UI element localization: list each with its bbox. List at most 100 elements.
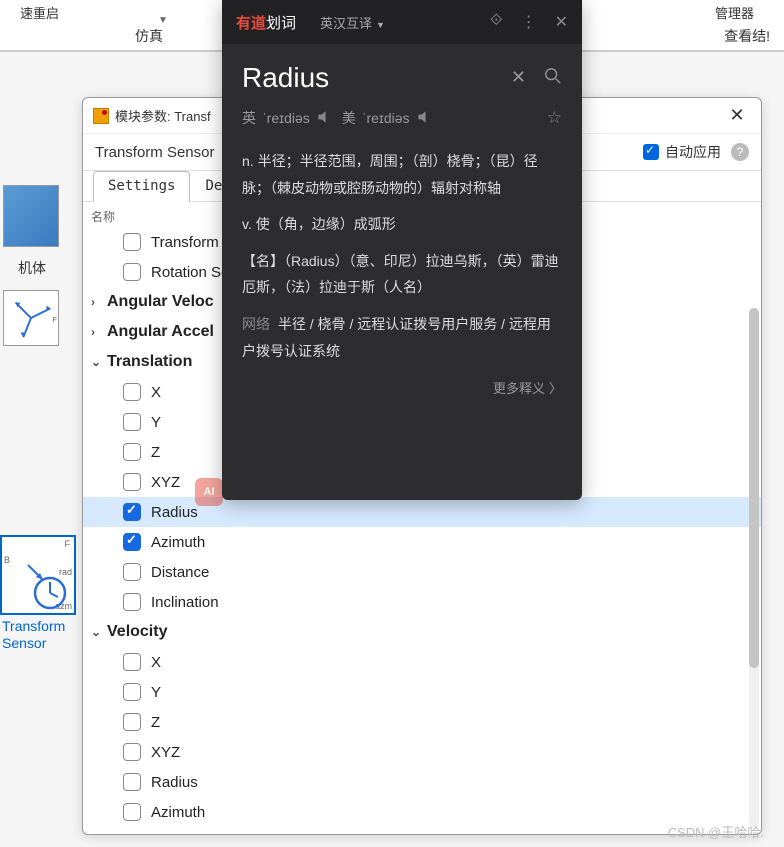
checkbox-icon[interactable] [123, 563, 141, 581]
checkbox-icon[interactable] [123, 443, 141, 461]
def-verb: v. 使（角，边缘）成弧形 [242, 211, 562, 238]
dict-headword: Radius [242, 62, 511, 94]
pin-icon[interactable]: ⟐ [490, 12, 503, 32]
checkbox-icon[interactable] [123, 773, 141, 791]
youdao-dict-popup: 有道划词 英汉互译▼ ⟐ ⋮ ✕ Radius ✕ 英 ˈreɪdiəs [222, 0, 582, 500]
checkbox-icon [643, 144, 659, 160]
checkbox-icon[interactable] [123, 653, 141, 671]
port-f: F [65, 539, 71, 549]
checkbox-icon[interactable] [123, 503, 141, 521]
star-icon[interactable]: ☆ [547, 108, 562, 128]
tree-item-label: Inclination [151, 594, 219, 611]
tree-item-label: X [151, 654, 161, 671]
simulink-block-transform-sensor[interactable]: F B rad azm [0, 535, 76, 615]
block-label-transform-sensor: Transform Sensor [2, 618, 65, 652]
tree-item-label: Azimuth [151, 534, 205, 551]
auto-apply-label: 自动应用 [665, 142, 721, 162]
checkbox-icon[interactable] [123, 263, 141, 281]
dict-mode-select[interactable]: 英汉互译▼ [320, 13, 385, 32]
tree-item-label: Azimuth [151, 804, 205, 821]
chevron-down-icon[interactable]: ▼ [158, 15, 168, 26]
tree-row[interactable]: Radius [83, 767, 761, 797]
tab-settings[interactable]: Settings [93, 171, 190, 202]
top-sim-label: 仿真 [135, 26, 163, 46]
close-word-icon[interactable]: ✕ [511, 67, 526, 90]
checkbox-icon[interactable] [123, 413, 141, 431]
frame-axes-icon: F [4, 291, 58, 345]
tree-row[interactable]: X [83, 647, 761, 677]
tree-item-label: Y [151, 414, 161, 431]
tree-item-label: X [151, 384, 161, 401]
top-left-label: 速重启 [20, 3, 59, 22]
tree-item-label: Z [151, 444, 160, 461]
chevron-right-icon[interactable]: › [91, 325, 105, 339]
tree-row[interactable]: Y [83, 677, 761, 707]
top-right-label1: 管理器 [715, 3, 754, 22]
chevron-right-icon: 〉 [549, 381, 562, 396]
tree-item-label: Rotation Se [151, 264, 229, 281]
tree-item-label: Z [151, 714, 160, 731]
tree-row[interactable]: Distance [83, 557, 761, 587]
dict-topbar[interactable]: 有道划词 英汉互译▼ ⟐ ⋮ ✕ [222, 0, 582, 44]
tree-item-label: Radius [151, 774, 198, 791]
pron-uk: ˈreɪdiəs [262, 110, 310, 126]
help-icon[interactable]: ? [731, 143, 749, 161]
tree-row[interactable]: ⌄Velocity [83, 617, 761, 647]
svg-text:F: F [52, 315, 57, 324]
dict-logo: 有道划词 [236, 12, 296, 33]
tree-group-label: Angular Accel [107, 323, 214, 341]
chevron-right-icon[interactable]: › [91, 295, 105, 309]
checkbox-icon[interactable] [123, 803, 141, 821]
tree-item-label: Transform [151, 234, 219, 251]
port-b: B [4, 555, 10, 565]
scrollbar[interactable] [749, 308, 759, 828]
def-name: 【名】（Radius）（意、印尼）拉迪乌斯，（英）雷迪厄斯，（法）拉迪于斯（人名… [242, 248, 562, 301]
dict-pronunciation: 英 ˈreɪdiəs 美 ˈreɪdiəs ☆ [242, 108, 562, 128]
scrollbar-thumb[interactable] [749, 308, 759, 668]
more-definitions-link[interactable]: 更多释义〉 [242, 378, 562, 397]
block-label-body: 机体 [18, 258, 46, 278]
chevron-down-icon[interactable]: ⌄ [91, 625, 105, 639]
tree-row[interactable]: Inclination [83, 587, 761, 617]
tree-item-label: Radius [151, 504, 198, 521]
watermark: CSDN @王哈哈. [668, 822, 764, 841]
checkbox-icon[interactable] [123, 473, 141, 491]
checkbox-icon[interactable] [123, 233, 141, 251]
def-noun: n. 半径；半径范围，周围；（剖）桡骨；（昆）径脉；（棘皮动物或腔肠动物的）辐射… [242, 148, 562, 201]
tree-group-label: Translation [107, 353, 192, 371]
checkbox-icon[interactable] [123, 743, 141, 761]
more-icon[interactable]: ⋮ [521, 12, 537, 32]
checkbox-icon[interactable] [123, 713, 141, 731]
dict-body: Radius ✕ 英 ˈreɪdiəs 美 ˈreɪdiəs [222, 44, 582, 415]
checkbox-icon[interactable] [123, 533, 141, 551]
auto-apply-checkbox[interactable]: 自动应用 [643, 142, 721, 162]
pron-us-label: 美 [342, 108, 356, 128]
tree-row[interactable]: Azimuth [83, 797, 761, 827]
sound-icon[interactable] [316, 109, 332, 128]
close-icon[interactable]: ✕ [555, 12, 568, 32]
close-icon[interactable]: ✕ [723, 102, 751, 130]
pron-uk-label: 英 [242, 108, 256, 128]
dict-definitions: n. 半径；半径范围，周围；（剖）桡骨；（昆）径脉；（棘皮动物或腔肠动物的）辐射… [242, 148, 562, 364]
tree-row[interactable]: Radius [83, 497, 761, 527]
tree-row[interactable]: Azimuth [83, 527, 761, 557]
chevron-down-icon: ▼ [376, 20, 385, 30]
simulink-block-body[interactable] [3, 185, 59, 247]
tree-row[interactable]: Z [83, 707, 761, 737]
sound-icon[interactable] [416, 109, 432, 128]
checkbox-icon[interactable] [123, 593, 141, 611]
tree-row[interactable]: XYZ [83, 737, 761, 767]
checkbox-icon[interactable] [123, 383, 141, 401]
simulink-block-frame[interactable]: F [3, 290, 59, 346]
chevron-down-icon[interactable]: ⌄ [91, 355, 105, 369]
tree-item-label: Y [151, 684, 161, 701]
sensor-clock-icon [18, 555, 78, 615]
ai-badge-icon: AI [195, 478, 223, 506]
search-icon[interactable] [544, 67, 562, 90]
top-right-label2: 查看结! [724, 26, 770, 46]
checkbox-icon[interactable] [123, 683, 141, 701]
def-net: 网络 半径 / 桡骨 / 远程认证拨号用户服务 / 远程用户拨号认证系统 [242, 311, 562, 364]
tree-group-label: Velocity [107, 623, 167, 641]
pron-us: ˈreɪdiəs [362, 110, 410, 126]
tree-item-label: Distance [151, 564, 209, 581]
